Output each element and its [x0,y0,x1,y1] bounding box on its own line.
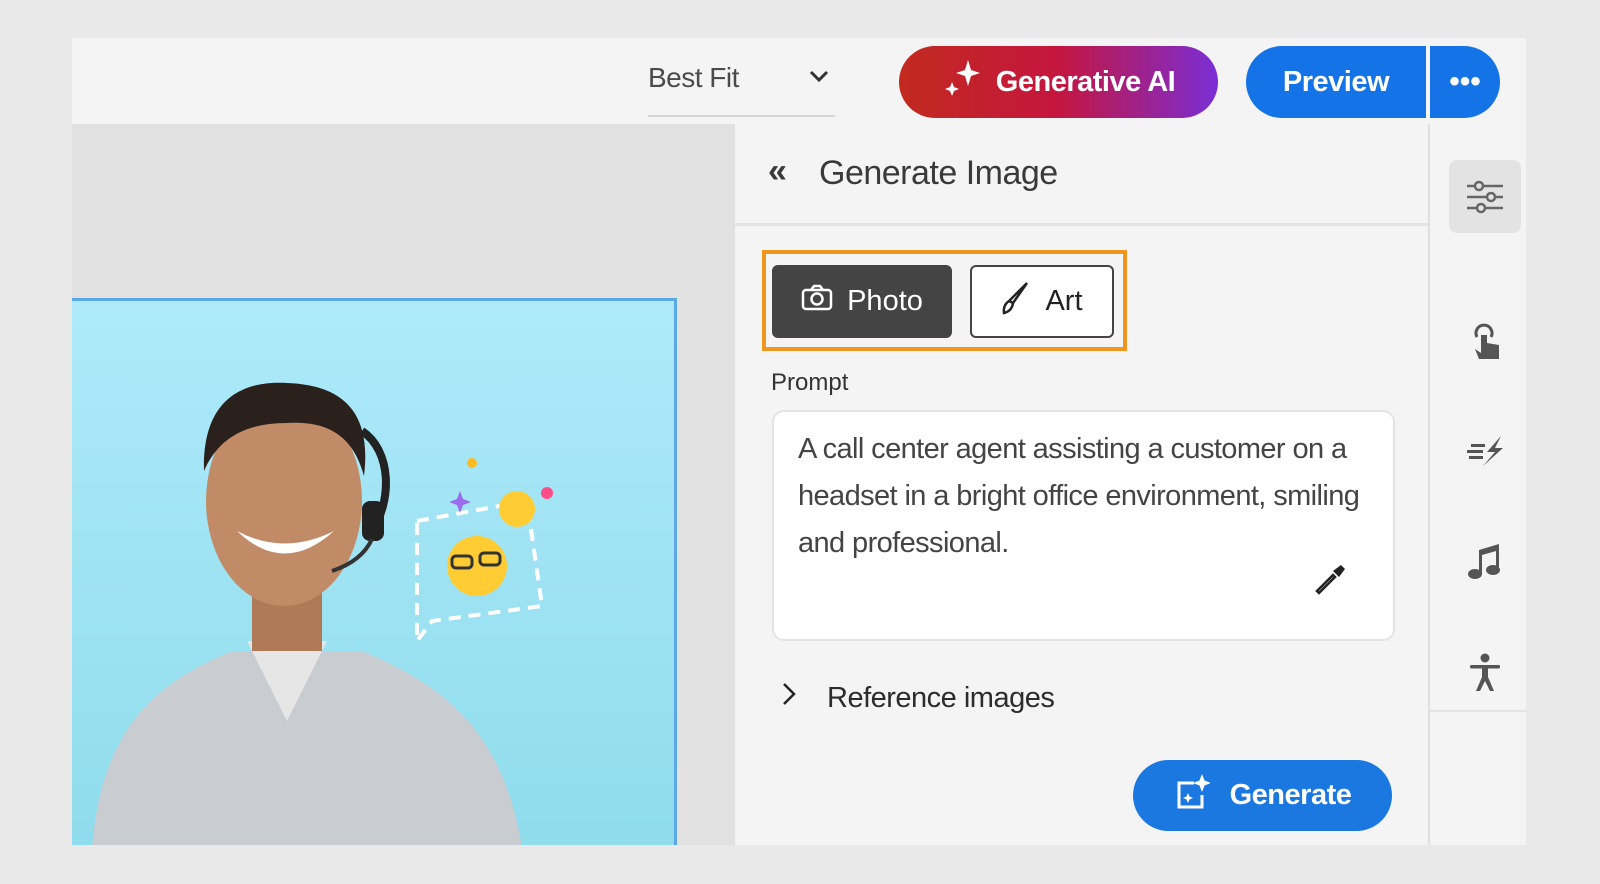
canvas-area [72,124,733,845]
touch-icon[interactable] [1464,322,1506,364]
preview-button[interactable]: Preview [1246,46,1426,118]
reference-images-label: Reference images [827,681,1055,714]
photo-mode-button[interactable]: Photo [772,265,952,338]
generate-image-icon [1174,773,1211,819]
more-options-button[interactable]: ••• [1430,46,1500,118]
generate-label: Generate [1229,779,1352,811]
generate-button[interactable]: Generate [1133,760,1392,831]
panel-header: « Generate Image [735,124,1430,226]
reference-images-toggle[interactable]: Reference images [781,681,1055,715]
music-icon[interactable] [1464,540,1506,582]
chevron-down-icon[interactable] [807,64,831,93]
zoom-dropdown-value[interactable]: Best Fit [648,62,739,94]
person-with-headset-image [92,382,553,845]
quick-action-icon[interactable] [1464,430,1506,472]
sliders-icon[interactable] [1464,176,1506,218]
accessibility-icon[interactable] [1464,652,1506,694]
prompt-textarea[interactable]: A call center agent assisting a customer… [772,410,1395,641]
generate-image-panel: « Generate Image Photo Art Prompt A call… [733,124,1430,845]
double-chevron-left-icon[interactable]: « [768,152,787,191]
prompt-label: Prompt [771,369,849,396]
art-mode-button[interactable]: Art [970,265,1114,338]
rail-divider [1430,710,1526,712]
eyedropper-icon[interactable] [1313,561,1349,602]
camera-icon [801,284,833,320]
canvas-image[interactable] [72,298,677,845]
photo-mode-label: Photo [847,285,923,317]
panel-title: Generate Image [819,154,1058,192]
dropdown-underline [648,115,835,117]
sparkle-icon [942,58,982,106]
right-icon-rail [1428,124,1526,845]
brush-icon [1001,281,1031,323]
app-window: Best Fit Generative AI Preview ••• « Gen… [72,38,1526,845]
art-mode-label: Art [1045,285,1083,317]
top-toolbar: Best Fit Generative AI Preview ••• [72,38,1526,124]
generative-ai-label: Generative AI [995,65,1176,98]
generative-ai-button[interactable]: Generative AI [899,46,1218,118]
chevron-right-icon [781,681,797,715]
